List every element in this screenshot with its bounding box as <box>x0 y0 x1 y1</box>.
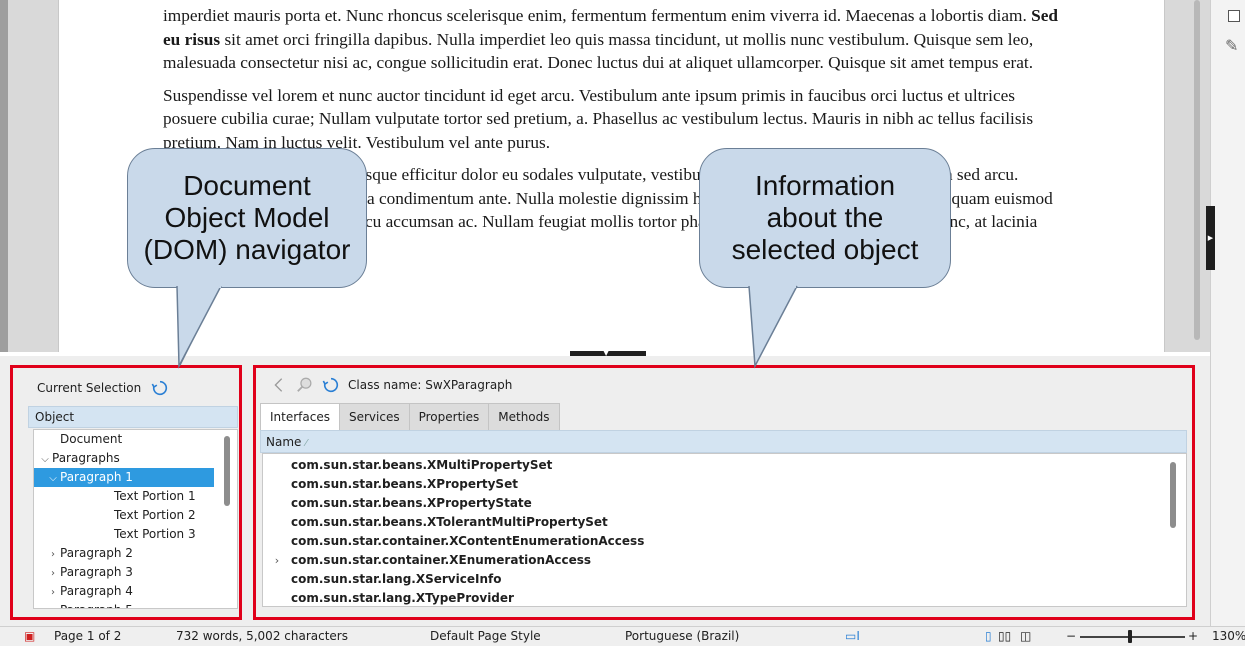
save-status-icon[interactable]: ▣ <box>24 629 35 643</box>
paragraph-text: imperdiet mauris porta et. Nunc rhoncus … <box>163 6 1032 25</box>
page-count[interactable]: Page 1 of 2 <box>54 629 121 643</box>
single-page-view-icon[interactable]: ▯ <box>985 629 992 643</box>
dom-navigator-highlight <box>10 365 242 620</box>
status-bar: ▣ Page 1 of 2 732 words, 5,002 character… <box>0 626 1245 646</box>
language[interactable]: Portuguese (Brazil) <box>625 629 739 643</box>
scrollbar-thumb[interactable] <box>1194 0 1200 340</box>
document-page[interactable]: imperdiet mauris porta et. Nunc rhoncus … <box>58 0 1165 352</box>
page-style[interactable]: Default Page Style <box>430 629 541 643</box>
paragraph[interactable]: Suspendisse vel lorem et nunc auctor tin… <box>163 84 1063 155</box>
paragraph[interactable]: imperdiet mauris porta et. Nunc rhoncus … <box>163 4 1063 75</box>
zoom-level[interactable]: 130% <box>1212 629 1245 643</box>
multi-page-view-icon[interactable]: ▯▯ <box>998 629 1011 643</box>
zoom-in-icon[interactable]: + <box>1188 629 1198 643</box>
zoom-slider[interactable] <box>1080 636 1185 638</box>
sidebar-style-icon[interactable]: ✎ <box>1225 36 1238 55</box>
zoom-out-icon[interactable]: − <box>1066 629 1076 643</box>
sidebar-collapse-handle[interactable]: ▶ <box>1206 206 1215 270</box>
paragraph[interactable]: Praesent nec aliquet. Pellentesque effic… <box>163 163 1063 257</box>
sidebar-tabbar: ✎ <box>1210 0 1245 626</box>
document-vertical-scrollbar[interactable] <box>1192 0 1204 340</box>
document-body-text[interactable]: imperdiet mauris porta et. Nunc rhoncus … <box>163 4 1063 266</box>
selection-mode-icon[interactable]: ▭I <box>845 629 860 643</box>
document-canvas[interactable]: imperdiet mauris porta et. Nunc rhoncus … <box>0 0 1210 352</box>
object-info-highlight <box>253 365 1195 620</box>
sidebar-properties-icon[interactable] <box>1228 10 1240 22</box>
zoom-slider-thumb[interactable] <box>1128 630 1132 643</box>
document-left-margin <box>0 0 8 352</box>
word-count[interactable]: 732 words, 5,002 characters <box>176 629 348 643</box>
paragraph-text: sit amet orci fringilla dapibus. Nulla i… <box>163 29 1034 73</box>
book-view-icon[interactable]: ◫ <box>1020 629 1031 643</box>
